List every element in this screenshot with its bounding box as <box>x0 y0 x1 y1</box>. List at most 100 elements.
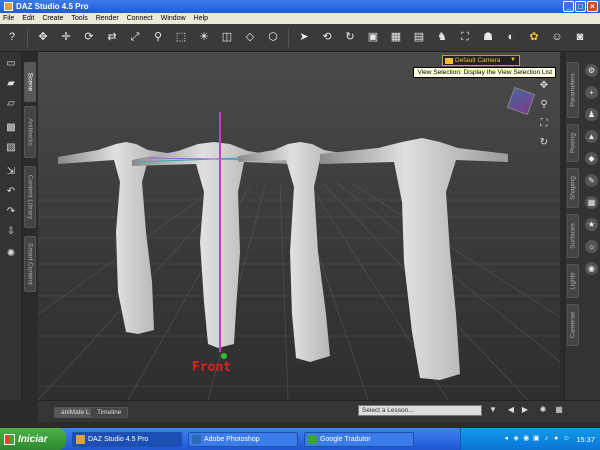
step-back-icon[interactable]: ◀ <box>506 405 516 415</box>
preview-render-icon[interactable]: ▤ <box>411 30 427 46</box>
menu-bar: File Edit Create Tools Render Connect Wi… <box>0 13 600 24</box>
help-pointer-icon[interactable]: ? <box>4 30 20 46</box>
surfaces-icon[interactable]: ▦ <box>585 196 598 209</box>
settings-small-icon[interactable]: ✺ <box>538 405 548 415</box>
geometry-icon[interactable]: ⬡ <box>265 30 281 46</box>
tab-content-library[interactable]: Content Library <box>24 166 36 228</box>
tab-shaping[interactable]: Shaping <box>567 168 579 208</box>
taskbar-item-photoshop[interactable]: Adobe Photoshop <box>188 431 298 447</box>
menu-create[interactable]: Create <box>42 15 63 22</box>
daz-icon <box>76 434 85 444</box>
tab-cameras[interactable]: Cameras <box>567 304 579 346</box>
rotate-tool-icon[interactable]: ⟳ <box>81 30 97 46</box>
rotate-view-icon[interactable]: ↻ <box>538 137 550 149</box>
save-as-icon[interactable]: ▧ <box>5 142 17 154</box>
menu-connect[interactable]: Connect <box>127 15 153 22</box>
download-icon[interactable]: ⇩ <box>5 226 17 238</box>
lesson-dropdown-icon[interactable]: ▼ <box>488 405 498 415</box>
tab-posing[interactable]: Posing <box>567 124 579 162</box>
photoshop-icon <box>192 434 201 444</box>
import-icon[interactable]: ⇲ <box>5 166 17 178</box>
menu-window[interactable]: Window <box>161 15 186 22</box>
system-tray: ◂ ◈ ◉ ▣ ♪ ● ☺ 15:37 <box>460 428 600 450</box>
joint-editor-icon[interactable]: ⚲ <box>150 30 166 46</box>
menu-tools[interactable]: Tools <box>71 15 87 22</box>
undo-icon[interactable]: ↶ <box>5 186 17 198</box>
network-icon[interactable]: ▣ <box>532 435 540 443</box>
menu-help[interactable]: Help <box>194 15 208 22</box>
globe-icon[interactable]: ◉ <box>585 262 598 275</box>
language-icon[interactable]: ◂ <box>502 435 510 443</box>
gear-icon[interactable]: ✿ <box>526 30 542 46</box>
lights-icon[interactable]: ☼ <box>585 240 598 253</box>
3d-viewport[interactable]: Default Camera ▼ View Selection: Display… <box>38 52 560 400</box>
tab-smart-content[interactable]: Smart Content <box>24 236 36 292</box>
parameters-icon[interactable]: ⚙ <box>585 64 598 77</box>
camera-icon[interactable]: ◙ <box>572 30 588 46</box>
update-icon[interactable]: ● <box>552 435 560 443</box>
smooth-icon[interactable]: ◐ <box>503 30 519 46</box>
render-settings-icon[interactable]: ★ <box>585 218 598 231</box>
tooltip: View Selection: Display the View Selecti… <box>413 67 556 78</box>
menu-render[interactable]: Render <box>96 15 119 22</box>
menu-edit[interactable]: Edit <box>22 15 34 22</box>
close-button[interactable]: × <box>587 1 598 12</box>
tab-parameters[interactable]: Parameters <box>567 62 579 118</box>
zoom-icon[interactable]: ⚲ <box>538 99 550 111</box>
frame-selection-icon[interactable]: ⛶ <box>538 118 550 130</box>
new-file-icon[interactable]: ▭ <box>5 58 17 70</box>
bag-icon[interactable]: ▲ <box>585 130 598 143</box>
volume-icon[interactable]: ♪ <box>542 435 550 443</box>
save-icon[interactable]: ▩ <box>5 122 17 134</box>
open-folder-icon[interactable]: ▰ <box>5 78 17 90</box>
spin-icon[interactable]: ↻ <box>342 30 358 46</box>
tab-lights[interactable]: Lights <box>567 264 579 298</box>
redo-icon[interactable]: ↷ <box>5 206 17 218</box>
region-nav-icon[interactable]: ⬚ <box>173 30 189 46</box>
tab-surfaces[interactable]: Surfaces <box>567 214 579 258</box>
antivirus-icon[interactable]: ◉ <box>522 435 530 443</box>
figure-icon[interactable]: ♞ <box>434 30 450 46</box>
node-weight-icon[interactable]: ◇ <box>242 30 258 46</box>
menu-file[interactable]: File <box>3 15 14 22</box>
translate-tool-icon[interactable]: ⇄ <box>104 30 120 46</box>
right-panel: Parameters Posing Shaping Surfaces Light… <box>564 52 600 400</box>
plus-icon[interactable]: + <box>585 86 598 99</box>
taskbar-item-daz[interactable]: DAZ Studio 4.5 Pro <box>72 431 182 447</box>
minimize-button[interactable]: _ <box>563 1 574 12</box>
shaping-icon[interactable]: ◆ <box>585 152 598 165</box>
maximize-button[interactable]: □ <box>575 1 586 12</box>
toolbar-separator <box>288 28 289 47</box>
light-tool-icon[interactable]: ☀ <box>196 30 212 46</box>
geometry-editor-icon[interactable]: ⛶ <box>457 30 473 46</box>
camera-selector[interactable]: Default Camera ▼ <box>442 55 520 66</box>
scale-tool-icon[interactable]: ⤢ <box>127 30 143 46</box>
camera-tool-icon[interactable]: ◫ <box>219 30 235 46</box>
tab-timeline[interactable]: Timeline <box>90 407 129 418</box>
universal-tool-icon[interactable]: ✛ <box>58 30 74 46</box>
pose-tool-icon[interactable]: ✥ <box>35 30 51 46</box>
step-forward-icon[interactable]: ▶ <box>520 405 530 415</box>
select-arrow-icon[interactable]: ➤ <box>296 30 312 46</box>
settings-icon[interactable]: ✺ <box>5 248 17 260</box>
morph-icon[interactable]: ☗ <box>480 30 496 46</box>
pan-icon[interactable]: ✥ <box>538 80 550 92</box>
bottom-panel: aniMate Lite Timeline Select a Lesson...… <box>38 400 600 422</box>
render-icon[interactable]: ▦ <box>388 30 404 46</box>
camera-small-icon <box>445 58 453 64</box>
people-icon[interactable]: ☺ <box>549 30 565 46</box>
lesson-select[interactable]: Select a Lesson... <box>358 405 482 416</box>
tab-scene[interactable]: Scene <box>24 62 36 102</box>
window-controls: _ □ × <box>563 1 598 12</box>
messenger-icon[interactable]: ☺ <box>562 435 570 443</box>
tab-aniblocks[interactable]: Aniblocks <box>24 106 36 158</box>
orbit-icon[interactable]: ⟲ <box>319 30 335 46</box>
frame-icon[interactable]: ▣ <box>365 30 381 46</box>
paint-icon[interactable]: ✎ <box>585 174 598 187</box>
grid-icon[interactable]: ▦ <box>554 405 564 415</box>
taskbar-item-google-tradutor[interactable]: Google Tradutor <box>304 431 414 447</box>
merge-icon[interactable]: ▱ <box>5 98 17 110</box>
start-button[interactable]: Iniciar <box>0 428 66 450</box>
shield-icon[interactable]: ◈ <box>512 435 520 443</box>
pose-icon[interactable]: ♟ <box>585 108 598 121</box>
